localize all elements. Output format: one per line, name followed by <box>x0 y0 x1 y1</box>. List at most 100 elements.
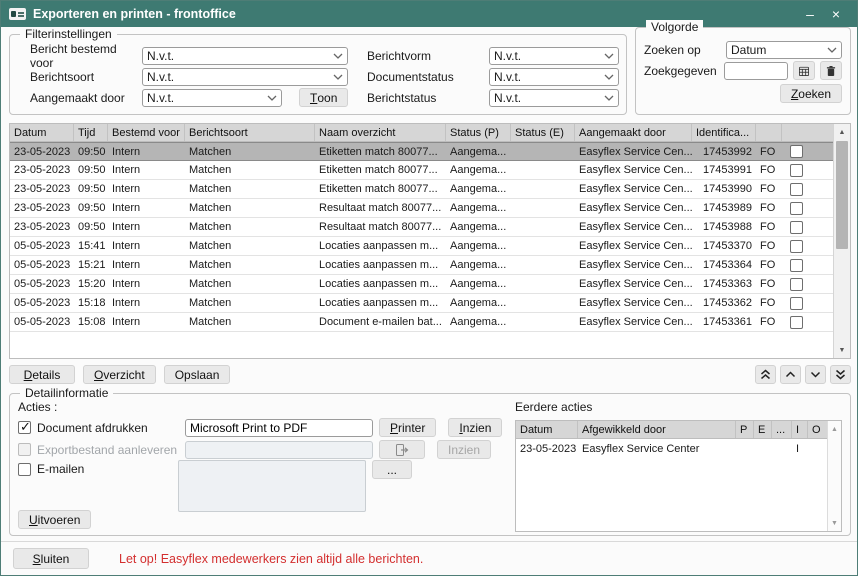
print-checkbox[interactable] <box>18 421 31 434</box>
table-header: Datum Tijd Bestemd voor Berichtsoort Naa… <box>10 124 833 142</box>
table-row[interactable]: 05-05-202315:20InternMatchenLocaties aan… <box>10 275 833 294</box>
export-label: Exportbestand aanleveren <box>37 443 179 457</box>
opslaan-button[interactable]: Opslaan <box>164 365 231 384</box>
last-record-button[interactable] <box>830 365 851 384</box>
email-checkbox[interactable] <box>18 463 31 476</box>
sluiten-button[interactable]: Sluiten <box>13 548 89 569</box>
printer-button[interactable]: Printer <box>379 418 436 437</box>
scroll-down-icon[interactable]: ▼ <box>828 515 841 531</box>
export-checkbox <box>18 443 31 456</box>
chevron-down-icon <box>267 95 277 101</box>
col-naam-overzicht[interactable]: Naam overzicht <box>315 124 446 141</box>
table-row[interactable]: 05-05-202315:21InternMatchenLocaties aan… <box>10 256 833 275</box>
detail-legend: Detailinformatie <box>20 386 113 400</box>
printer-input[interactable] <box>185 419 373 437</box>
table-row[interactable]: 05-05-202315:08InternMatchenDocument e-m… <box>10 313 833 332</box>
inzien-export-button: Inzien <box>437 440 491 459</box>
row-checkbox[interactable] <box>790 297 803 310</box>
col-bestemd-voor[interactable]: Bestemd voor <box>108 124 185 141</box>
row-checkbox[interactable] <box>790 202 803 215</box>
berichtstatus-label: Berichtstatus <box>367 91 489 105</box>
eerdere-scrollbar[interactable]: ▲ ▼ <box>827 421 841 531</box>
chevron-down-icon <box>827 47 837 53</box>
aangemaakt-door-select[interactable]: N.v.t. <box>142 89 282 107</box>
overzicht-button[interactable]: Overzicht <box>83 365 156 384</box>
chevron-down-icon <box>604 74 614 80</box>
scroll-down-icon[interactable]: ▼ <box>834 342 850 358</box>
chevron-down-icon <box>333 53 343 59</box>
berichtsoort-select[interactable]: N.v.t. <box>142 68 348 86</box>
zoeken-op-label: Zoeken op <box>644 43 726 57</box>
previous-record-button[interactable] <box>780 365 801 384</box>
table-row[interactable]: 23-05-202309:50InternMatchenEtiketten ma… <box>10 161 833 180</box>
first-record-button[interactable] <box>755 365 776 384</box>
col-berichtsoort[interactable]: Berichtsoort <box>185 124 315 141</box>
details-button[interactable]: Details <box>9 365 75 384</box>
row-checkbox[interactable] <box>790 183 803 196</box>
col-aangemaakt-door[interactable]: Aangemaakt door <box>575 124 692 141</box>
ecol-p: P <box>736 421 754 438</box>
row-checkbox[interactable] <box>790 259 803 272</box>
berichtvorm-select[interactable]: N.v.t. <box>489 47 619 65</box>
volgorde-legend: Volgorde <box>646 20 703 34</box>
trash-icon-button[interactable] <box>820 61 842 80</box>
dialog-window: Exporteren en printen - frontoffice – × … <box>0 0 858 576</box>
table-row[interactable]: 23-05-202309:50InternMatchenEtiketten ma… <box>10 180 833 199</box>
next-record-button[interactable] <box>805 365 826 384</box>
close-button[interactable]: × <box>823 6 849 22</box>
col-datum[interactable]: Datum <box>10 124 74 141</box>
berichtstatus-select[interactable]: N.v.t. <box>489 89 619 107</box>
ecol-afgewikkeld-door: Afgewikkeld door <box>578 421 736 438</box>
table-row[interactable]: 23-05-202309:50InternMatchenResultaat ma… <box>10 199 833 218</box>
uitvoeren-button[interactable]: Uitvoeren <box>18 510 91 529</box>
table-row[interactable]: 05-05-202315:41InternMatchenLocaties aan… <box>10 237 833 256</box>
zoeken-button[interactable]: Zoeken <box>780 84 842 103</box>
window-title: Exporteren en printen - frontoffice <box>33 7 797 21</box>
col-status-p[interactable]: Status (P) <box>446 124 511 141</box>
bestemd-voor-select[interactable]: N.v.t. <box>142 47 348 65</box>
row-checkbox[interactable] <box>790 316 803 329</box>
chevron-down-icon <box>604 95 614 101</box>
row-checkbox[interactable] <box>790 240 803 253</box>
col-status-e[interactable]: Status (E) <box>511 124 575 141</box>
calendar-button[interactable] <box>793 61 815 80</box>
inzien-print-button[interactable]: Inzien <box>448 418 502 437</box>
row-checkbox[interactable] <box>790 164 803 177</box>
scroll-up-icon[interactable]: ▲ <box>828 421 841 437</box>
minimize-button[interactable]: – <box>797 6 823 22</box>
col-select[interactable] <box>782 124 810 141</box>
zoekgegeven-input[interactable] <box>724 62 788 80</box>
berichten-table: Datum Tijd Bestemd voor Berichtsoort Naa… <box>9 123 851 359</box>
table-row[interactable]: 23-05-202309:50InternMatchenEtiketten ma… <box>10 142 833 161</box>
eerdere-acties-title: Eerdere acties <box>515 400 592 414</box>
col-tijd[interactable]: Tijd <box>74 124 108 141</box>
eerdere-row[interactable]: 23-05-2023 Easyflex Service Center I <box>516 439 827 458</box>
col-kantoor[interactable] <box>756 124 782 141</box>
email-label: E-mailen <box>37 462 84 476</box>
table-scrollbar[interactable]: ▲ ▼ <box>833 124 850 358</box>
berichtsoort-label: Berichtsoort <box>30 70 142 84</box>
mid-button-bar: Details Overzicht Opslaan <box>9 364 851 385</box>
scroll-up-icon[interactable]: ▲ <box>834 124 850 140</box>
email-textarea <box>178 460 366 512</box>
zoekgegeven-label: Zoekgegeven <box>644 64 724 78</box>
filter-groupbox: Filterinstellingen Bericht bestemd voor … <box>9 34 627 115</box>
documentstatus-label: Documentstatus <box>367 70 489 84</box>
aangemaakt-door-label: Aangemaakt door <box>30 91 142 105</box>
scrollbar-thumb[interactable] <box>836 141 848 249</box>
ecol-e: E <box>754 421 772 438</box>
more-options-button[interactable]: ... <box>372 460 412 479</box>
table-row[interactable]: 05-05-202315:18InternMatchenLocaties aan… <box>10 294 833 313</box>
row-checkbox[interactable] <box>790 221 803 234</box>
app-icon <box>9 8 26 20</box>
table-row[interactable]: 23-05-202309:50InternMatchenResultaat ma… <box>10 218 833 237</box>
documentstatus-select[interactable]: N.v.t. <box>489 68 619 86</box>
zoeken-op-select[interactable]: Datum <box>726 41 842 59</box>
col-identificatie[interactable]: Identifica... <box>692 124 756 141</box>
acties-label: Acties : <box>18 400 57 414</box>
toon-button[interactable]: Toon <box>299 88 348 107</box>
berichtvorm-label: Berichtvorm <box>367 49 489 63</box>
row-checkbox[interactable] <box>790 145 803 158</box>
row-checkbox[interactable] <box>790 278 803 291</box>
eerdere-header: Datum Afgewikkeld door P E ... I O <box>516 421 827 439</box>
